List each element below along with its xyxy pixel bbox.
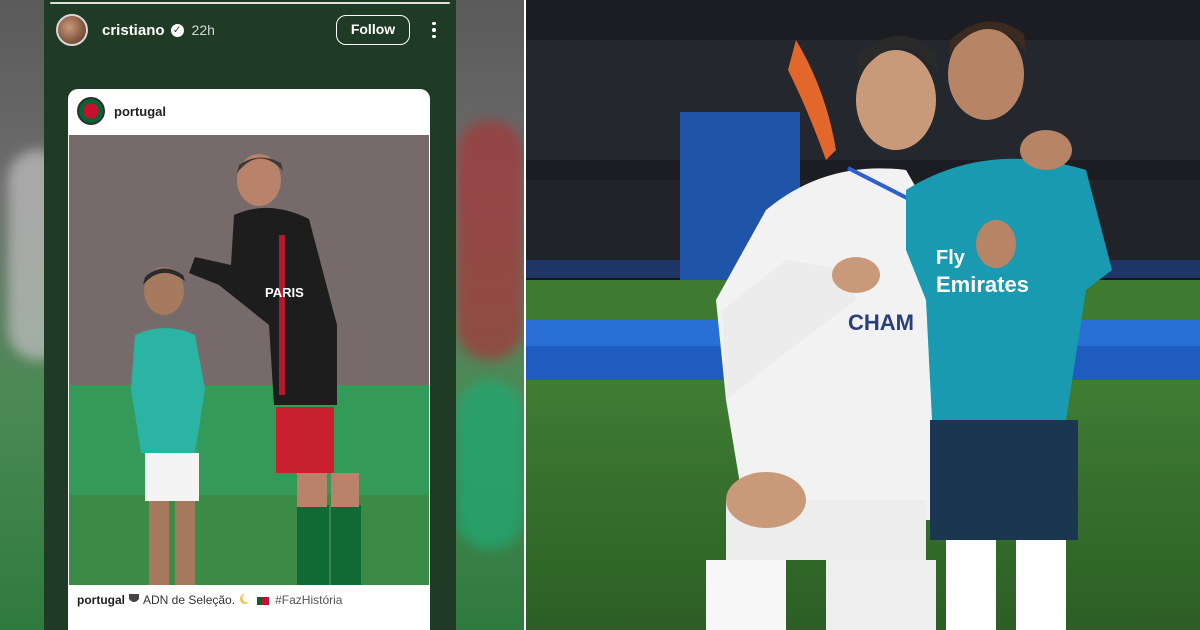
story-timestamp: 22h (191, 22, 215, 38)
shared-post-caption: portugal ADN de Seleção. #FazHistória (77, 593, 422, 608)
follow-button[interactable]: Follow (336, 15, 410, 45)
blurred-figure (456, 380, 524, 550)
verified-badge-icon: ✓ (170, 23, 184, 37)
shared-post-username[interactable]: portugal (114, 104, 166, 119)
avatar[interactable] (56, 14, 88, 46)
svg-text:PARIS: PARIS (265, 285, 304, 300)
svg-text:CHAM: CHAM (848, 310, 914, 335)
celebration-photo: CHAM Fly Emirates (526, 0, 1200, 630)
svg-text:Emirates: Emirates (936, 272, 1029, 297)
portugal-crest-avatar[interactable] (77, 97, 105, 125)
story-background: cristiano ✓ 22h Follow portugal PARIS po… (0, 0, 524, 630)
blurred-figure (456, 120, 524, 360)
caption-username[interactable]: portugal (77, 593, 125, 607)
crescent-moon-icon (238, 593, 250, 608)
shared-post-photo-illustration: PARIS (69, 135, 429, 585)
portugal-flag-icon (256, 596, 269, 605)
story-frame: cristiano ✓ 22h Follow portugal PARIS po… (44, 0, 456, 630)
story-progress-bar (50, 2, 450, 4)
story-header: cristiano ✓ 22h Follow (56, 12, 444, 48)
celebration-photo-illustration: CHAM Fly Emirates (526, 0, 1200, 630)
shared-post-header: portugal (68, 89, 430, 133)
shared-post-photo[interactable]: PARIS (69, 135, 429, 585)
fpf-crest-icon (128, 593, 140, 608)
shared-post-card[interactable]: portugal PARIS portugal ADN de Seleção. … (68, 89, 430, 630)
story-username[interactable]: cristiano (102, 22, 165, 39)
svg-text:Fly: Fly (936, 247, 966, 269)
more-vertical-icon[interactable] (424, 15, 444, 45)
caption-hashtag[interactable]: #FazHistória (275, 593, 342, 607)
caption-text: ADN de Seleção. (143, 592, 236, 607)
